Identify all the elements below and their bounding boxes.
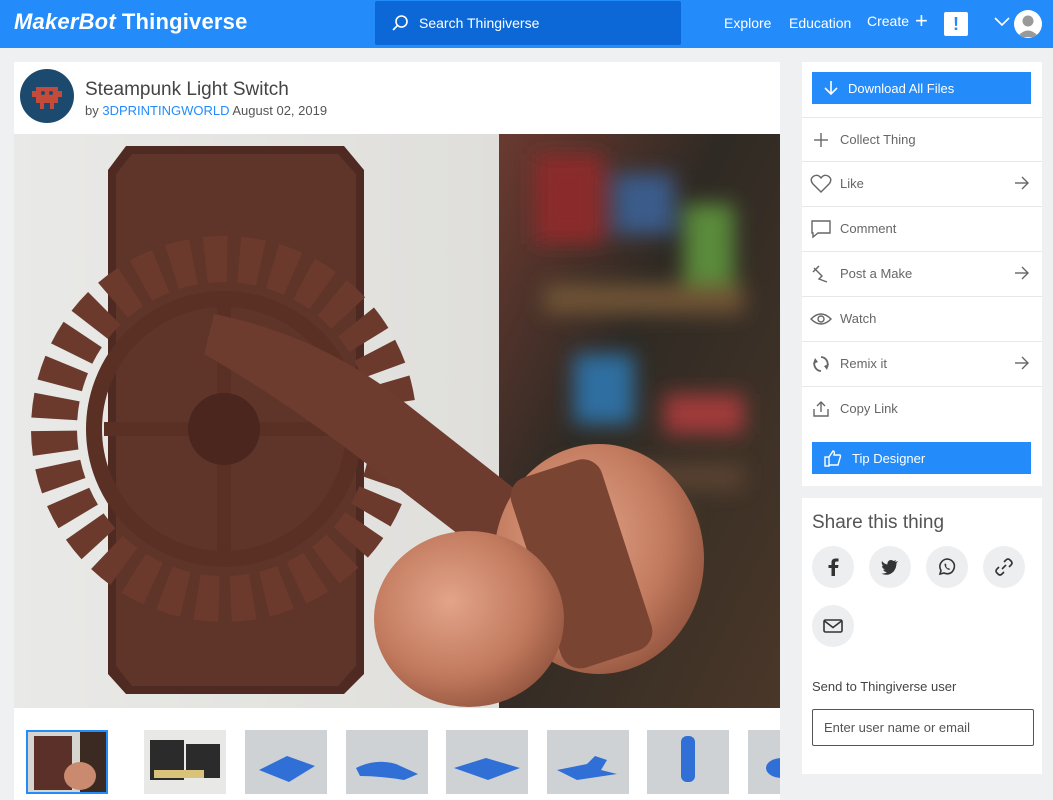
robot-icon	[32, 87, 62, 109]
arrow-right-icon[interactable]	[1014, 265, 1030, 281]
watch-button[interactable]: Watch	[802, 296, 1042, 340]
copy-link-button[interactable]: Copy Link	[802, 386, 1042, 430]
thumbnail-strip	[26, 730, 780, 796]
link-icon	[995, 558, 1013, 576]
thumbnail-7[interactable]	[647, 730, 729, 794]
logo-product: Thingiverse	[121, 9, 248, 34]
post-make-label: Post a Make	[840, 266, 913, 281]
arrow-right-icon[interactable]	[1014, 355, 1030, 371]
download-label: Download All Files	[848, 80, 955, 96]
nav-create-label: Create	[867, 13, 910, 29]
thing-actions-card: Download All Files Collect Thing Like Co…	[802, 62, 1042, 486]
watch-label: Watch	[840, 311, 877, 326]
remix-icon	[810, 353, 832, 375]
thumbnail-2[interactable]	[144, 730, 226, 794]
thumbnail-8[interactable]	[748, 730, 780, 794]
thumbnail-3[interactable]	[245, 730, 327, 794]
share-card: Share this thing Send to Thingiverse use…	[802, 498, 1042, 774]
nav-education-link[interactable]: Education	[789, 15, 851, 31]
copy-link-share-button[interactable]	[983, 546, 1025, 588]
facebook-share-button[interactable]	[812, 546, 854, 588]
plus-icon: +	[915, 8, 928, 33]
notifications-button[interactable]: !	[944, 12, 968, 36]
remix-it-button[interactable]: Remix it	[802, 341, 1042, 385]
logo-brand: MakerBot	[14, 9, 116, 34]
thingiverse-logo[interactable]: MakerBot Thingiverse	[14, 9, 248, 35]
hero-image[interactable]	[14, 134, 780, 708]
plus-icon	[810, 129, 832, 151]
collect-label: Collect Thing	[840, 132, 916, 147]
thumbnail-print-parts	[144, 730, 226, 794]
download-icon	[824, 81, 838, 96]
thumbnail-4[interactable]	[346, 730, 428, 794]
like-button[interactable]: Like	[802, 161, 1042, 205]
collect-thing-button[interactable]: Collect Thing	[802, 117, 1042, 161]
heart-icon	[810, 173, 832, 195]
send-to-user-input[interactable]	[812, 709, 1034, 746]
byline-by: by	[85, 103, 99, 118]
thumbnail-6[interactable]	[547, 730, 629, 794]
nozzle-icon	[810, 263, 832, 285]
nav-create-button[interactable]: Create +	[867, 8, 928, 33]
eye-icon	[810, 308, 832, 330]
designer-avatar[interactable]	[20, 69, 74, 123]
thumbnail-1[interactable]	[26, 730, 108, 794]
search-icon	[392, 15, 408, 31]
like-label: Like	[840, 176, 864, 191]
tip-designer-button[interactable]: Tip Designer	[812, 442, 1031, 474]
nav-explore-link[interactable]: Explore	[724, 15, 771, 31]
thumbs-up-icon	[824, 450, 842, 467]
thing-header: Steampunk Light Switch by 3DPRINTINGWORL…	[14, 62, 780, 134]
search-placeholder: Search Thingiverse	[419, 15, 540, 31]
author-link[interactable]: 3DPRINTINGWORLD	[102, 103, 229, 118]
facebook-icon	[828, 558, 839, 576]
thing-byline: by 3DPRINTINGWORLD August 02, 2019	[85, 103, 327, 118]
user-icon	[1017, 15, 1039, 37]
thumbnail-model-render	[346, 730, 428, 794]
top-nav-bar: MakerBot Thingiverse Search Thingiverse E…	[0, 0, 1053, 48]
whatsapp-share-button[interactable]	[926, 546, 968, 588]
comment-label: Comment	[840, 221, 897, 236]
twitter-share-button[interactable]	[869, 546, 911, 588]
thumbnail-model-render	[647, 730, 729, 794]
thumbnail-5[interactable]	[446, 730, 528, 794]
thing-title: Steampunk Light Switch	[85, 79, 289, 100]
arrow-right-icon[interactable]	[1014, 175, 1030, 191]
search-box[interactable]: Search Thingiverse	[375, 1, 681, 45]
chevron-down-icon[interactable]	[994, 17, 1010, 27]
email-share-button[interactable]	[812, 605, 854, 647]
thing-main-card: Steampunk Light Switch by 3DPRINTINGWORL…	[14, 62, 780, 800]
steampunk-switch-photo	[14, 134, 780, 708]
send-to-user-label: Send to Thingiverse user	[812, 679, 957, 694]
envelope-icon	[823, 619, 843, 633]
twitter-icon	[881, 560, 898, 575]
thumbnail-model-render	[547, 730, 629, 794]
share-upload-icon	[810, 398, 832, 420]
comment-button[interactable]: Comment	[802, 206, 1042, 250]
share-title: Share this thing	[812, 512, 945, 533]
post-a-make-button[interactable]: Post a Make	[802, 251, 1042, 295]
thumbnail-switch-photo	[28, 732, 106, 792]
thumbnail-model-render	[748, 730, 780, 794]
thumbnail-model-render	[446, 730, 528, 794]
copy-link-label: Copy Link	[840, 401, 898, 416]
comment-icon	[810, 218, 832, 240]
whatsapp-icon	[938, 558, 956, 576]
remix-label: Remix it	[840, 356, 887, 371]
thumbnail-model-render	[245, 730, 327, 794]
download-all-files-button[interactable]: Download All Files	[812, 72, 1031, 104]
user-avatar[interactable]	[1014, 10, 1042, 38]
tip-label: Tip Designer	[852, 450, 926, 466]
publish-date: August 02, 2019	[232, 103, 328, 118]
